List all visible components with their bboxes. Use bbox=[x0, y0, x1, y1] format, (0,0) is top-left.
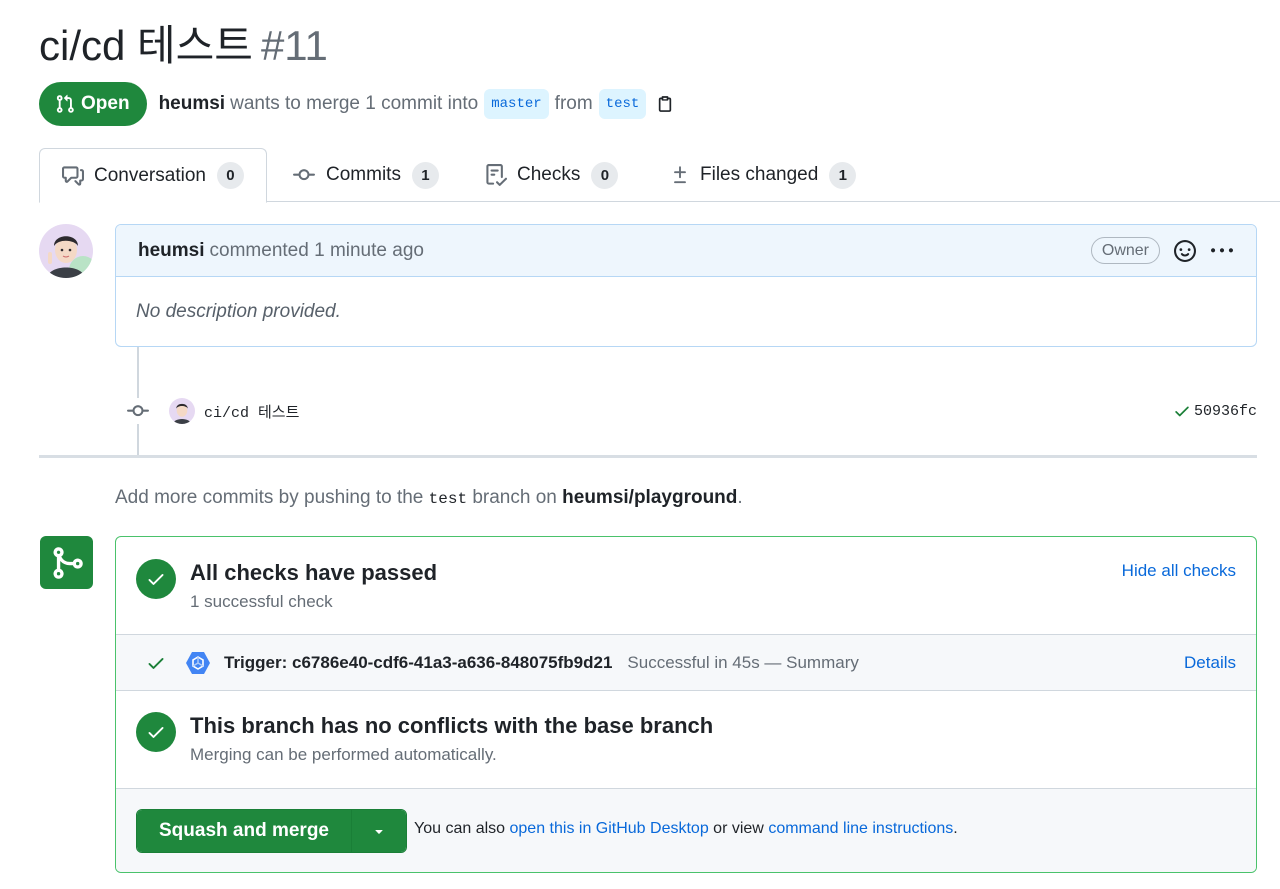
merge-alt-suffix: . bbox=[953, 820, 958, 837]
hint-suffix: . bbox=[737, 487, 743, 508]
comment-header: heumsi commented 1 minute ago Owner bbox=[116, 225, 1256, 277]
author-avatar[interactable] bbox=[39, 224, 93, 278]
hint-branch: test bbox=[428, 490, 468, 508]
no-conflicts-icon bbox=[136, 712, 176, 752]
merge-alt-middle: or view bbox=[713, 820, 764, 837]
check-icon bbox=[1175, 406, 1189, 417]
merge-alt-prefix: You can also bbox=[414, 820, 506, 837]
hint-middle: branch on bbox=[472, 487, 557, 508]
check-details-link[interactable]: Details bbox=[1184, 653, 1236, 673]
tab-checks[interactable]: Checks 0 bbox=[485, 148, 619, 202]
hide-all-checks-link[interactable]: Hide all checks bbox=[1122, 561, 1236, 581]
add-reaction-icon[interactable] bbox=[1174, 239, 1196, 262]
push-hint: Add more commits by pushing to the test … bbox=[115, 487, 743, 509]
git-commit-icon bbox=[292, 164, 316, 186]
git-pull-request-icon bbox=[56, 94, 74, 113]
conflicts-subtitle: Merging can be performed automatically. bbox=[190, 745, 497, 764]
pr-state-row: Open heumsi wants to merge 1 commit into… bbox=[39, 82, 674, 126]
copy-icon[interactable] bbox=[656, 94, 674, 114]
kebab-horizontal-icon[interactable] bbox=[1210, 240, 1234, 262]
check-name: Trigger: c6786e40-cdf6-41a3-a636-848075f… bbox=[224, 652, 613, 672]
tab-commits[interactable]: Commits 1 bbox=[292, 148, 439, 202]
git-commit-icon bbox=[125, 398, 151, 424]
check-success-icon bbox=[146, 653, 166, 673]
state-label: Open bbox=[81, 93, 130, 114]
pr-title: ci/cd 테스트 #11 bbox=[39, 20, 328, 72]
merge-footer: Squash and merge You can also open this … bbox=[116, 788, 1256, 872]
owner-badge: Owner bbox=[1090, 237, 1160, 264]
pr-author-link[interactable]: heumsi bbox=[159, 93, 226, 115]
merge-alternatives: You can also open this in GitHub Desktop… bbox=[414, 820, 958, 838]
tab-commits-count: 1 bbox=[411, 161, 439, 189]
merge-summary: heumsi wants to merge 1 commit into mast… bbox=[159, 89, 675, 119]
comment-author-link[interactable]: heumsi bbox=[138, 240, 205, 262]
check-item: Trigger: c6786e40-cdf6-41a3-a636-848075f… bbox=[116, 634, 1256, 691]
tab-checks-count: 0 bbox=[591, 161, 619, 189]
comment-body: No description provided. bbox=[136, 301, 341, 322]
checklist-icon bbox=[485, 164, 507, 186]
state-badge: Open bbox=[39, 82, 147, 126]
comment-discussion-icon bbox=[62, 165, 84, 187]
cloud-build-icon bbox=[184, 649, 212, 677]
tab-files-changed[interactable]: Files changed 1 bbox=[670, 148, 857, 202]
comment-time-link[interactable]: 1 minute ago bbox=[314, 240, 424, 262]
pr-description-comment: heumsi commented 1 minute ago Owner No d… bbox=[115, 224, 1257, 347]
tab-commits-label: Commits bbox=[326, 164, 401, 185]
triangle-down-icon bbox=[375, 830, 383, 834]
file-diff-icon bbox=[670, 164, 690, 186]
check-description: Successful in 45s — Summary bbox=[627, 652, 859, 672]
squash-and-merge-button[interactable]: Squash and merge bbox=[137, 810, 351, 852]
conflicts-title: This branch has no conflicts with the ba… bbox=[190, 713, 714, 738]
commit-author-avatar[interactable] bbox=[169, 398, 195, 424]
base-branch[interactable]: master bbox=[484, 89, 549, 119]
commit-sha[interactable]: 50936fc bbox=[1172, 402, 1257, 420]
commit-sha-link[interactable]: 50936fc bbox=[1194, 403, 1257, 420]
merge-button-group: Squash and merge bbox=[136, 809, 407, 853]
tab-conversation[interactable]: Conversation 0 bbox=[39, 148, 267, 203]
commit-timeline-item: ci/cd 테스트 50936fc bbox=[125, 396, 1257, 426]
merge-text: wants to merge 1 commit into bbox=[230, 93, 479, 114]
hint-prefix: Add more commits by pushing to the bbox=[115, 487, 424, 508]
merge-box: All checks have passed 1 successful chec… bbox=[115, 536, 1257, 873]
timeline-break bbox=[39, 455, 1257, 458]
checks-subtitle: 1 successful check bbox=[190, 592, 333, 611]
pr-title-text: ci/cd 테스트 bbox=[39, 22, 253, 69]
comment-action: commented bbox=[209, 239, 309, 261]
from-text: from bbox=[554, 93, 593, 114]
open-github-desktop-link[interactable]: open this in GitHub Desktop bbox=[510, 820, 709, 837]
merge-method-dropdown[interactable] bbox=[351, 810, 406, 852]
git-merge-icon bbox=[40, 536, 93, 589]
tab-conversation-count: 0 bbox=[216, 162, 244, 189]
command-line-instructions-link[interactable]: command line instructions bbox=[768, 820, 953, 837]
pr-tabs: Conversation 0 Commits 1 Checks 0 Files … bbox=[39, 148, 1280, 203]
head-branch[interactable]: test bbox=[598, 89, 647, 119]
tab-checks-label: Checks bbox=[517, 164, 581, 185]
tab-files-changed-label: Files changed bbox=[700, 164, 819, 185]
checks-passed-icon bbox=[136, 559, 176, 599]
pr-number: #11 bbox=[260, 22, 328, 69]
commit-message-link[interactable]: ci/cd 테스트 bbox=[204, 401, 299, 422]
hint-repo-link[interactable]: heumsi/playground bbox=[562, 487, 737, 508]
tab-conversation-label: Conversation bbox=[94, 164, 206, 186]
checks-title: All checks have passed bbox=[190, 560, 438, 585]
tab-files-changed-count: 1 bbox=[829, 161, 857, 189]
